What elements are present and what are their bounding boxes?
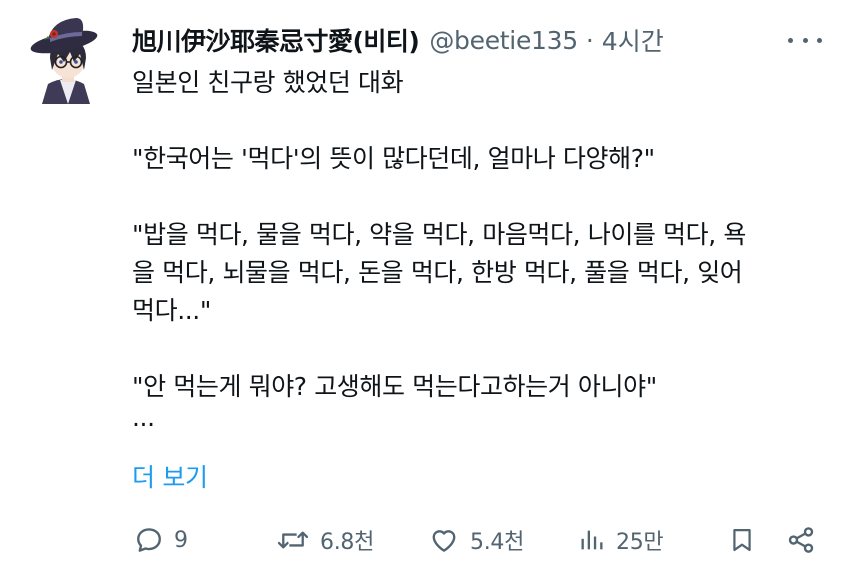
tweet: 旭川伊沙耶秦忌寸愛(비티) @beetie135 · 4시간 일본인 친구랑 했… [0, 0, 854, 580]
reply-bubble-icon [137, 528, 161, 552]
tweet-blank-line [132, 178, 832, 216]
tweet-line: "밥을 먹다, 물을 먹다, 약을 먹다, 마음먹다, 나이를 먹다, 욕 [132, 220, 746, 249]
heart-icon [432, 530, 456, 552]
reply-count: 9 [174, 527, 188, 553]
action-bar: 9 6.8천 5.4천 25만 [0, 520, 854, 560]
bookmark-button[interactable] [728, 520, 756, 560]
tweet-line: 먹다..." [132, 296, 211, 325]
separator-dot: · [585, 25, 594, 55]
like-button[interactable]: 5.4천 [428, 520, 524, 560]
analytics-bars-icon [581, 530, 603, 550]
share-icon [788, 527, 814, 553]
tweet-line: "안 먹는게 뭐야? 고생해도 먹는다고하는거 아니야" [132, 372, 657, 401]
user-handle[interactable]: @beetie135 [429, 26, 578, 55]
tweet-text: 일본인 친구랑 했었던 대화 "한국어는 '먹다'의 뜻이 많다던데, 얼마나 … [132, 64, 832, 430]
tweet-line: 일본인 친구랑 했었던 대화 [132, 68, 404, 97]
more-icon[interactable] [788, 28, 822, 52]
tweet-blank-line [132, 102, 832, 140]
reply-button[interactable]: 9 [134, 520, 188, 560]
share-button[interactable] [786, 520, 816, 560]
avatar[interactable] [26, 14, 112, 104]
retweet-icon [277, 531, 309, 549]
tweet-line: 을 먹다, 뇌물을 먹다, 돈을 먹다, 한방 먹다, 풀을 먹다, 잊어 [132, 258, 743, 287]
like-count: 5.4천 [470, 530, 525, 555]
tweet-ellipsis: ... [132, 403, 155, 432]
avatar-image [30, 18, 98, 104]
views-count: 25만 [616, 530, 664, 555]
more-dot [802, 37, 808, 43]
more-dot [788, 37, 793, 43]
display-name[interactable]: 旭川伊沙耶秦忌寸愛(비티) [132, 22, 420, 58]
tweet-header: 旭川伊沙耶秦忌寸愛(비티) @beetie135 · 4시간 [132, 22, 664, 58]
timestamp[interactable]: 4시간 [602, 22, 664, 58]
retweet-button[interactable]: 6.8천 [276, 520, 374, 560]
bookmark-icon [733, 528, 751, 552]
retweet-count: 6.8천 [320, 530, 375, 555]
show-more-link[interactable]: 더 보기 [132, 458, 208, 494]
tweet-line: "한국어는 '먹다'의 뜻이 많다던데, 얼마나 다양해?" [132, 144, 655, 173]
more-dot [817, 37, 822, 43]
tweet-blank-line [132, 330, 832, 368]
views-button[interactable]: 25만 [578, 520, 664, 560]
